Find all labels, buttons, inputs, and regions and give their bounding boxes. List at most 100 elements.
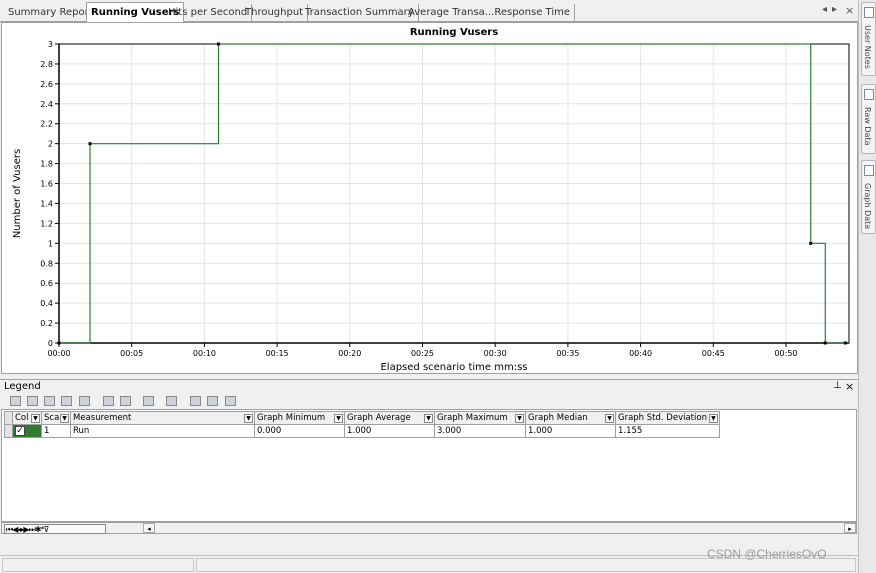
column-header-graph-average[interactable]: Graph Average ▼ bbox=[344, 411, 435, 425]
status-pane bbox=[2, 558, 194, 572]
save-icon[interactable] bbox=[225, 396, 236, 406]
record-navigator[interactable]: ⏮◀◂▸▶⏭✱*⊽ bbox=[4, 524, 106, 534]
y-tick-label: 3 bbox=[48, 40, 53, 49]
y-tick-label: 2.4 bbox=[40, 100, 53, 109]
export-icon[interactable] bbox=[166, 396, 177, 406]
series-color-cell[interactable]: ✓ bbox=[12, 424, 42, 438]
raw-data-icon bbox=[864, 89, 874, 100]
user-notes-label: User Notes bbox=[863, 25, 872, 69]
legend-close-icon[interactable]: × bbox=[845, 380, 854, 393]
move-up-icon[interactable] bbox=[190, 396, 201, 406]
y-tick-label: 1.4 bbox=[40, 199, 53, 208]
column-header-graph-std-deviation[interactable]: Graph Std. Deviation ▼ bbox=[615, 411, 720, 425]
cell-scale: 1 bbox=[41, 424, 71, 438]
y-axis-label: Number of Vusers bbox=[12, 149, 23, 238]
tab-hits-per-second[interactable]: Hits per Second bbox=[164, 4, 253, 22]
x-tick-label: 00:25 bbox=[411, 349, 434, 358]
y-tick-label: 2 bbox=[48, 140, 53, 149]
sort-ascending-icon[interactable] bbox=[103, 396, 114, 406]
move-down-icon[interactable] bbox=[207, 396, 218, 406]
chevron-down-icon[interactable]: ▼ bbox=[60, 414, 69, 423]
raw-data-button[interactable]: Raw Data bbox=[861, 84, 876, 154]
graph-data-label: Graph Data bbox=[863, 183, 872, 230]
legend-grid: Col ▼ Sca ▼ Measurement ▼ Graph Minimum ▼ Gr… bbox=[1, 409, 857, 522]
column-header-graph-minimum[interactable]: Graph Minimum ▼ bbox=[254, 411, 345, 425]
legend-title: Legend bbox=[4, 381, 41, 392]
column-header-color[interactable]: Col ▼ bbox=[12, 411, 42, 425]
x-tick-label: 00:35 bbox=[556, 349, 579, 358]
graph-data-button[interactable]: Graph Data bbox=[861, 160, 876, 234]
data-point bbox=[843, 341, 847, 345]
scroll-left-icon[interactable]: ◂ bbox=[143, 523, 155, 533]
chevron-down-icon[interactable]: ▼ bbox=[424, 414, 433, 423]
scroll-right-icon[interactable]: ▸ bbox=[844, 523, 856, 533]
column-header-scale[interactable]: Sca ▼ bbox=[41, 411, 71, 425]
row-selector[interactable] bbox=[4, 424, 13, 438]
data-point bbox=[809, 241, 813, 245]
y-tick-label: 1.8 bbox=[40, 160, 53, 169]
horizontal-scrollbar-track[interactable] bbox=[156, 523, 844, 533]
legend-navigator: ⏮◀◂▸▶⏭✱*⊽ ◂ ▸ bbox=[1, 522, 857, 534]
cell-graph-maximum: 3.000 bbox=[434, 424, 526, 438]
y-tick-label: 2.8 bbox=[40, 60, 53, 69]
x-tick-label: 00:30 bbox=[484, 349, 507, 358]
column-header-measurement[interactable]: Measurement ▼ bbox=[70, 411, 255, 425]
chevron-down-icon[interactable]: ▼ bbox=[708, 414, 718, 423]
pin-icon[interactable]: ⊥ bbox=[833, 380, 842, 391]
x-tick-label: 00:00 bbox=[47, 349, 70, 358]
x-tick-label: 00:20 bbox=[338, 349, 361, 358]
chevron-down-icon[interactable]: ▼ bbox=[31, 414, 40, 423]
x-tick-label: 00:50 bbox=[774, 349, 797, 358]
chevron-down-icon[interactable]: ▼ bbox=[244, 414, 253, 423]
x-tick-label: 00:10 bbox=[193, 349, 216, 358]
data-point bbox=[57, 341, 61, 345]
hide-all-icon[interactable] bbox=[44, 396, 55, 406]
x-tick-label: 00:45 bbox=[702, 349, 725, 358]
data-point bbox=[88, 142, 92, 146]
show-all-icon[interactable] bbox=[27, 396, 38, 406]
tab-average-transaction-response-time[interactable]: Average Transa...Response Time bbox=[404, 4, 576, 22]
configure-measurements-icon[interactable] bbox=[10, 396, 21, 406]
legend-header-row: Col ▼ Sca ▼ Measurement ▼ Graph Minimum ▼ Gr… bbox=[4, 411, 720, 425]
y-tick-label: 0.2 bbox=[40, 319, 53, 328]
tab-transaction-summary[interactable]: Transaction Summary bbox=[301, 4, 419, 22]
y-tick-label: 2.2 bbox=[40, 120, 53, 129]
data-point bbox=[216, 42, 220, 46]
visibility-checkbox[interactable]: ✓ bbox=[15, 426, 25, 436]
chevron-down-icon[interactable]: ▼ bbox=[605, 414, 614, 423]
running-vusers-chart: 0 0.2 0.4 0.6 0.8 1 1.2 1.4 1.6 1.8 2 2.2 2.4 2.6 2.8 3… bbox=[12, 27, 850, 373]
column-header-graph-median[interactable]: Graph Median ▼ bbox=[525, 411, 616, 425]
legend-toolbar bbox=[0, 393, 858, 409]
running-vusers-graph[interactable]: 0 0.2 0.4 0.6 0.8 1 1.2 1.4 1.6 1.8 2 2.2 2.4 2.6 2.8 3… bbox=[1, 22, 858, 374]
y-tick-label: 0 bbox=[48, 339, 53, 348]
tab-close-icon[interactable]: × bbox=[845, 4, 854, 17]
chevron-down-icon[interactable]: ▼ bbox=[334, 414, 343, 423]
cell-graph-average: 1.000 bbox=[344, 424, 435, 438]
sort-descending-icon[interactable] bbox=[120, 396, 131, 406]
cell-graph-std-deviation: 1.155 bbox=[615, 424, 720, 438]
chevron-down-icon[interactable]: ▼ bbox=[515, 414, 524, 423]
column-header-graph-maximum[interactable]: Graph Maximum ▼ bbox=[434, 411, 526, 425]
tab-scroll-left-icon[interactable]: ◂ bbox=[822, 4, 827, 15]
tab-summary-report[interactable]: Summary Report bbox=[4, 4, 98, 22]
y-tick-label: 1.6 bbox=[40, 180, 53, 189]
y-tick-label: 0.8 bbox=[40, 259, 53, 268]
table-row[interactable]: ✓ 1 Run 0.000 1.000 3.000 1.000 1.155 bbox=[4, 424, 720, 438]
y-tick-label: 1 bbox=[48, 239, 53, 248]
row-selector-header bbox=[4, 411, 13, 425]
cell-graph-median: 1.000 bbox=[525, 424, 616, 438]
color-icon[interactable] bbox=[143, 396, 154, 406]
group-icon[interactable] bbox=[61, 396, 72, 406]
graph-tab-bar: Summary Report Running Vusers Hits per S… bbox=[0, 0, 858, 23]
tab-throughput[interactable]: Throughput bbox=[241, 4, 309, 22]
x-axis-label: Elapsed scenario time mm:ss bbox=[380, 362, 527, 373]
user-notes-icon bbox=[864, 7, 874, 18]
filter-icon[interactable] bbox=[79, 396, 90, 406]
tab-scroll-right-icon[interactable]: ▸ bbox=[832, 4, 837, 15]
chart-title: Running Vusers bbox=[410, 27, 498, 38]
y-tick-label: 0.6 bbox=[40, 279, 53, 288]
side-panel: User Notes Raw Data Graph Data bbox=[858, 0, 876, 573]
raw-data-label: Raw Data bbox=[863, 107, 872, 146]
plot-area bbox=[59, 44, 849, 343]
user-notes-button[interactable]: User Notes bbox=[861, 2, 876, 76]
